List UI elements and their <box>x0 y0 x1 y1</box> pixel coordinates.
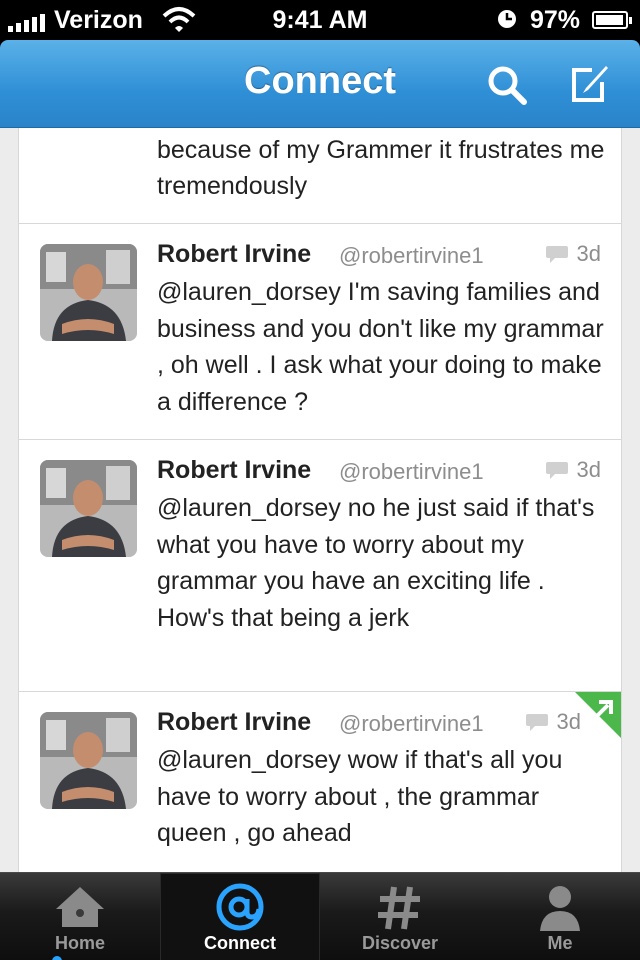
timeline-margin-left <box>0 128 18 872</box>
avatar[interactable] <box>40 712 137 809</box>
battery-percent: 97% <box>530 6 581 34</box>
tab-connect[interactable]: Connect <box>160 873 320 960</box>
avatar[interactable] <box>40 244 137 341</box>
new-items-indicator <box>52 956 62 960</box>
status-bar: Verizon 9:41 AM 97% <box>0 0 640 40</box>
tweet-text: @lauren_dorsey I'm saving families and b… <box>157 278 604 416</box>
conversation-icon <box>545 462 568 479</box>
avatar[interactable] <box>40 460 137 557</box>
tab-label: Connect <box>204 933 276 953</box>
tab-me[interactable]: Me <box>480 873 640 960</box>
tweet-text: because of my Grammer it frustrates me t… <box>157 136 605 200</box>
timeline-margin-right <box>622 128 640 872</box>
tweet-author-handle: @robertirvine1 <box>339 243 484 268</box>
tweet-timestamp: 3d <box>576 241 601 266</box>
compose-icon <box>572 66 608 102</box>
tweet-author-handle: @robertirvine1 <box>339 711 484 736</box>
battery-fill <box>596 15 624 25</box>
tab-home[interactable]: Home <box>0 873 160 960</box>
avatar-image <box>40 712 137 809</box>
tweet-item[interactable]: Robert Irvine @robertirvine1 3d @lauren_… <box>19 224 621 440</box>
tweet-text: @lauren_dorsey no he just said if that's… <box>157 494 595 632</box>
tweet-author-name[interactable]: Robert Irvine <box>157 240 311 269</box>
avatar-image <box>40 460 137 557</box>
tweet-partial[interactable]: because of my Grammer it frustrates me t… <box>19 128 621 224</box>
tab-bar: Home Connect Discover Me <box>0 872 640 960</box>
clock-icon <box>498 10 516 28</box>
connect-timeline[interactable]: because of my Grammer it frustrates me t… <box>18 128 622 872</box>
avatar-image <box>40 244 137 341</box>
tweet-text: @lauren_dorsey wow if that's all you hav… <box>157 746 563 847</box>
tweet-item[interactable]: Robert Irvine @robertirvine1 3d @lauren_… <box>19 692 621 872</box>
tweet-item[interactable]: Robert Irvine @robertirvine1 3d @lauren_… <box>19 440 621 692</box>
at-sign-icon <box>216 883 264 931</box>
tweet-author-handle: @robertirvine1 <box>339 459 484 484</box>
retweet-corner-icon <box>575 692 621 738</box>
battery-icon <box>592 11 632 29</box>
tab-label: Me <box>547 933 573 953</box>
tweet-author-name[interactable]: Robert Irvine <box>157 708 311 737</box>
conversation-icon <box>525 714 548 731</box>
person-icon <box>540 886 580 931</box>
hashtag-icon <box>378 886 420 930</box>
tweet-timestamp: 3d <box>576 457 601 482</box>
search-icon <box>488 66 527 105</box>
tweet-author-name[interactable]: Robert Irvine <box>157 456 311 485</box>
tab-label: Discover <box>361 933 439 953</box>
tweet-timestamp: 3d <box>556 709 581 734</box>
conversation-icon <box>545 246 568 263</box>
compose-button[interactable] <box>566 62 612 108</box>
nav-bar: Connect <box>0 40 640 128</box>
search-button[interactable] <box>484 62 530 108</box>
tab-discover[interactable]: Discover <box>320 873 480 960</box>
page-title: Connect <box>244 60 396 102</box>
home-icon <box>56 887 104 927</box>
tab-label: Home <box>54 933 105 953</box>
